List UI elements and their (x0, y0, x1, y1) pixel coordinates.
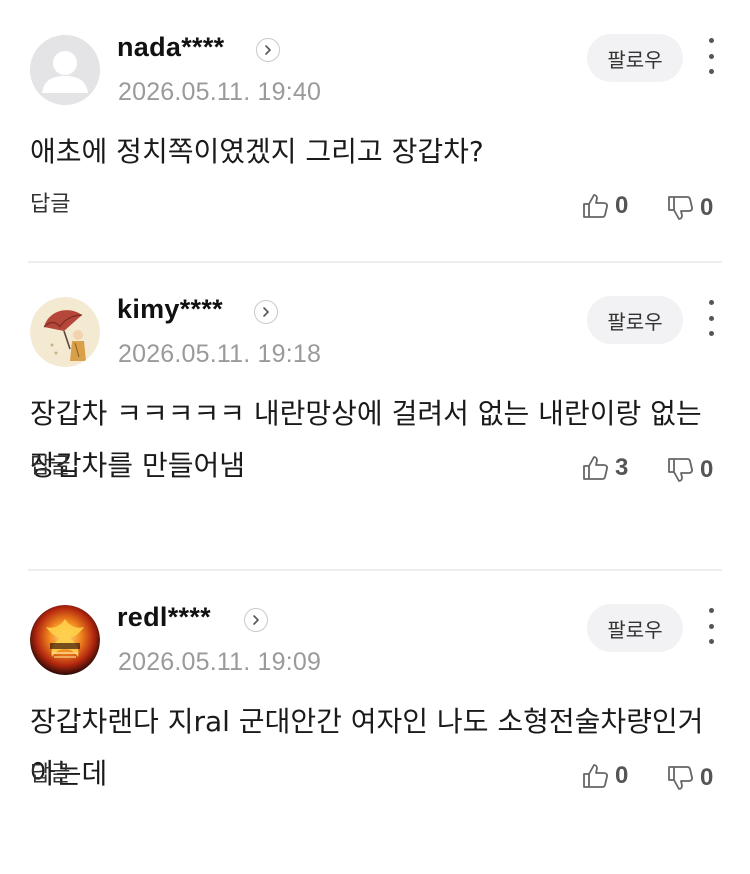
dot-icon (708, 38, 714, 43)
like-button[interactable]: 0 (582, 762, 628, 790)
avatar[interactable] (30, 605, 100, 675)
avatar[interactable] (30, 297, 100, 367)
timestamp: 2026.05.11. 19:40 (118, 78, 322, 106)
username[interactable]: redl**** (117, 602, 211, 633)
chevron-right-icon (265, 45, 271, 55)
dot-icon (708, 315, 714, 321)
thumbs-down-icon (668, 458, 693, 482)
follow-button[interactable]: 팔로우 (587, 296, 683, 344)
umbrella-illustration-icon (30, 297, 100, 367)
like-button[interactable]: 0 (582, 192, 628, 220)
follow-button[interactable]: 팔로우 (587, 604, 683, 652)
profile-link-button[interactable] (244, 608, 268, 632)
dislike-button[interactable]: 0 (667, 194, 713, 222)
like-count: 0 (615, 192, 629, 219)
reply-button[interactable]: 답글 (30, 756, 70, 788)
timestamp: 2026.05.11. 19:18 (118, 340, 322, 368)
dislike-count: 0 (700, 764, 714, 791)
username[interactable]: nada**** (117, 32, 224, 63)
dislike-button[interactable]: 0 (667, 764, 713, 792)
dot-icon (708, 608, 714, 613)
avatar[interactable] (30, 35, 100, 105)
comment-list: nada**** 2026.05.11. 19:40 팔로우 애초에 정치쪽이였… (0, 0, 750, 874)
comment-text: 애초에 정치쪽이였겠지 그리고 장갑차? (30, 135, 484, 168)
dot-icon (708, 623, 714, 629)
chevron-right-icon (253, 615, 259, 625)
dislike-count: 0 (700, 456, 714, 483)
thumbs-up-icon (583, 194, 608, 218)
profile-link-button[interactable] (254, 300, 278, 324)
dot-icon (708, 53, 714, 59)
like-count: 0 (615, 762, 629, 789)
profile-link-button[interactable] (256, 38, 280, 62)
thumbs-down-icon (668, 196, 693, 220)
more-options-button[interactable] (700, 300, 722, 336)
thumbs-down-icon (668, 766, 693, 790)
like-button[interactable]: 3 (582, 454, 628, 482)
more-options-button[interactable] (700, 608, 722, 644)
more-options-button[interactable] (700, 38, 722, 74)
like-count: 3 (615, 454, 629, 481)
default-person-icon (30, 35, 100, 105)
chevron-right-icon (263, 307, 269, 317)
dot-icon (708, 69, 714, 74)
comment-item: redl**** 2026.05.11. 19:09 팔로우 장갑차랜다 지ra… (0, 570, 750, 874)
thumbs-up-icon (583, 764, 608, 788)
dot-icon (708, 331, 714, 336)
username[interactable]: kimy**** (117, 294, 223, 325)
dot-icon (708, 639, 714, 644)
dot-icon (708, 300, 714, 305)
dislike-count: 0 (700, 194, 714, 221)
reply-button[interactable]: 답글 (30, 186, 70, 218)
dislike-button[interactable]: 0 (667, 456, 713, 484)
comment-item: kimy**** 2026.05.11. 19:18 팔로우 장갑차 ㅋㅋㅋㅋㅋ… (0, 262, 750, 570)
thumbs-up-icon (583, 456, 608, 480)
phoenix-fire-icon (30, 605, 100, 675)
timestamp: 2026.05.11. 19:09 (118, 648, 322, 676)
follow-button[interactable]: 팔로우 (587, 34, 683, 82)
reply-button[interactable]: 답글 (30, 448, 70, 480)
